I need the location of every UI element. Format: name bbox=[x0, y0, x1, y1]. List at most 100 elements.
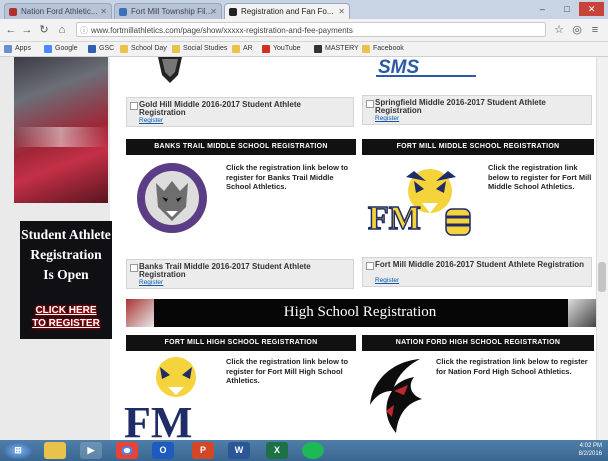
nation-ford-falcon-logo-icon bbox=[370, 359, 422, 433]
card-title: Gold Hill Middle 2016-2017 Student Athle… bbox=[139, 100, 301, 117]
window-controls: – □ ✕ bbox=[530, 2, 605, 16]
card-checkbox-icon bbox=[366, 100, 374, 108]
card-checkbox-icon bbox=[130, 102, 138, 110]
home-icon[interactable]: ⌂ bbox=[55, 23, 69, 37]
svg-text:FM: FM bbox=[368, 200, 421, 237]
favicon-icon bbox=[229, 8, 237, 16]
bookmark-item[interactable]: GSC bbox=[88, 44, 114, 54]
bookmarks-bar: Apps Google GSC School Day Social Studie… bbox=[0, 42, 608, 57]
bookmark-item[interactable]: MASTERY bbox=[314, 44, 359, 54]
bookmark-item[interactable]: Social Studies bbox=[172, 44, 227, 54]
tab-title: Registration and Fan Fo... bbox=[241, 7, 334, 16]
card-checkbox-icon bbox=[366, 262, 374, 270]
maximize-icon[interactable]: □ bbox=[555, 2, 580, 16]
section-header: FORT MILL MIDDLE SCHOOL REGISTRATION bbox=[362, 139, 594, 155]
svg-text:FM: FM bbox=[124, 398, 192, 440]
favicon-icon bbox=[119, 8, 127, 16]
registration-card[interactable]: Gold Hill Middle 2016-2017 Student Athle… bbox=[126, 97, 354, 127]
springfield-logo-icon: SMS bbox=[376, 57, 476, 78]
registration-card[interactable]: Springfield Middle 2016-2017 Student Ath… bbox=[362, 95, 592, 125]
section-description: Click the registration link below to reg… bbox=[488, 163, 592, 191]
windows-taskbar: ⊞ ▶ O P W X 4:02 PM 8/2/2016 bbox=[0, 440, 608, 461]
ad-text-line: Is Open bbox=[43, 267, 89, 282]
card-title: Springfield Middle 2016-2017 Student Ath… bbox=[375, 98, 546, 115]
bookmark-item[interactable]: Facebook bbox=[362, 44, 404, 54]
file-explorer-icon[interactable] bbox=[44, 442, 66, 459]
banks-trail-wolf-logo-icon bbox=[137, 163, 207, 233]
system-tray-clock[interactable]: 4:02 PM 8/2/2016 bbox=[532, 442, 602, 459]
svg-text:SMS: SMS bbox=[378, 57, 420, 78]
close-tab-icon[interactable]: ✕ bbox=[100, 4, 107, 19]
bookmark-site-icon bbox=[88, 45, 96, 53]
fort-mill-middle-jacket-logo-icon: FM bbox=[367, 169, 471, 238]
browser-tab[interactable]: Nation Ford Athletic... ✕ bbox=[4, 3, 112, 19]
close-tab-icon[interactable]: ✕ bbox=[210, 4, 217, 19]
scrollbar-thumb[interactable] bbox=[598, 262, 606, 292]
outlook-icon[interactable]: O bbox=[152, 442, 174, 459]
section-description: Click the registration link below to reg… bbox=[226, 163, 349, 191]
word-icon[interactable]: W bbox=[228, 442, 250, 459]
banner-photo-right bbox=[568, 299, 596, 327]
folder-icon bbox=[232, 45, 240, 53]
powerpoint-icon[interactable]: P bbox=[192, 442, 214, 459]
menu-icon[interactable]: ≡ bbox=[588, 23, 602, 37]
card-title: Fort Mill Middle 2016-2017 Student Athle… bbox=[375, 260, 585, 269]
register-link[interactable]: Register bbox=[375, 277, 399, 284]
browser-tab-bar: Nation Ford Athletic... ✕ Fort Mill Town… bbox=[0, 0, 608, 19]
registration-card[interactable]: Banks Trail Middle 2016-2017 Student Ath… bbox=[126, 259, 354, 289]
google-icon bbox=[44, 45, 52, 53]
youtube-icon bbox=[262, 45, 270, 53]
card-checkbox-icon bbox=[130, 264, 138, 272]
clock-date: 8/2/2016 bbox=[578, 451, 602, 457]
section-header: BANKS TRAIL MIDDLE SCHOOL REGISTRATION bbox=[126, 139, 356, 155]
url-text: www.fortmillathletics.com/page/show/xxxx… bbox=[91, 26, 353, 35]
browser-tab-active[interactable]: Registration and Fan Fo... ✕ bbox=[224, 3, 350, 19]
folder-icon bbox=[172, 45, 180, 53]
register-link[interactable]: Register bbox=[139, 117, 163, 124]
bookmark-item[interactable]: Google bbox=[44, 44, 78, 54]
ad-cta-line[interactable]: TO REGISTER bbox=[20, 318, 112, 329]
clock-time: 4:02 PM bbox=[579, 443, 602, 449]
media-player-icon[interactable]: ▶ bbox=[80, 442, 102, 459]
tab-title: Nation Ford Athletic... bbox=[21, 7, 98, 16]
browser-tab[interactable]: Fort Mill Township Fil... ✕ bbox=[114, 3, 222, 19]
bookmark-star-icon[interactable]: ☆ bbox=[552, 23, 566, 37]
excel-icon[interactable]: X bbox=[266, 442, 288, 459]
web-page: Student Athlete Registration Is Open CLI… bbox=[0, 57, 596, 440]
browser-toolbar: ← → ↻ ⌂ ⓘ www.fortmillathletics.com/page… bbox=[0, 19, 608, 42]
page-scrollbar[interactable] bbox=[596, 57, 608, 440]
bookmark-item[interactable]: School Day bbox=[120, 44, 167, 54]
ad-text-line: Registration bbox=[30, 247, 102, 262]
forward-icon[interactable]: → bbox=[20, 23, 34, 37]
high-school-banner-title: High School Registration bbox=[283, 304, 437, 320]
folder-icon bbox=[362, 45, 370, 53]
section-header: NATION FORD HIGH SCHOOL REGISTRATION bbox=[362, 335, 594, 351]
chrome-icon[interactable] bbox=[116, 442, 138, 459]
section-description: Click the registration link below to reg… bbox=[436, 357, 588, 376]
registration-card[interactable]: Fort Mill Middle 2016-2017 Student Athle… bbox=[362, 257, 592, 287]
register-link[interactable]: Register bbox=[375, 115, 399, 122]
spotify-icon[interactable] bbox=[302, 442, 324, 459]
ad-cta-line[interactable]: CLICK HERE bbox=[20, 305, 112, 316]
fort-mill-high-jacket-logo-icon: FM bbox=[124, 357, 196, 440]
card-title: Banks Trail Middle 2016-2017 Student Ath… bbox=[139, 262, 311, 279]
ad-text-line: Student Athlete bbox=[21, 227, 111, 242]
close-tab-icon[interactable]: ✕ bbox=[338, 4, 345, 19]
reload-icon[interactable]: ↻ bbox=[37, 23, 51, 37]
register-link[interactable]: Register bbox=[139, 279, 163, 286]
bookmark-item[interactable]: AR bbox=[232, 44, 253, 54]
back-icon[interactable]: ← bbox=[4, 23, 18, 37]
bookmark-site-icon bbox=[314, 45, 322, 53]
section-header: FORT MILL HIGH SCHOOL REGISTRATION bbox=[126, 335, 356, 351]
bookmark-item[interactable]: Apps bbox=[4, 44, 31, 54]
page-info-icon: ⓘ bbox=[80, 26, 88, 35]
gold-hill-logo-icon bbox=[158, 57, 182, 83]
start-button[interactable]: ⊞ bbox=[4, 442, 32, 459]
bookmark-item[interactable]: YouTube bbox=[262, 44, 301, 54]
address-bar[interactable]: ⓘ www.fortmillathletics.com/page/show/xx… bbox=[76, 22, 546, 37]
section-description: Click the registration link below to reg… bbox=[226, 357, 349, 385]
minimize-icon[interactable]: – bbox=[530, 2, 555, 16]
close-window-icon[interactable]: ✕ bbox=[579, 2, 605, 16]
extension-icon[interactable]: ◎ bbox=[570, 23, 584, 37]
apps-icon bbox=[4, 45, 12, 53]
